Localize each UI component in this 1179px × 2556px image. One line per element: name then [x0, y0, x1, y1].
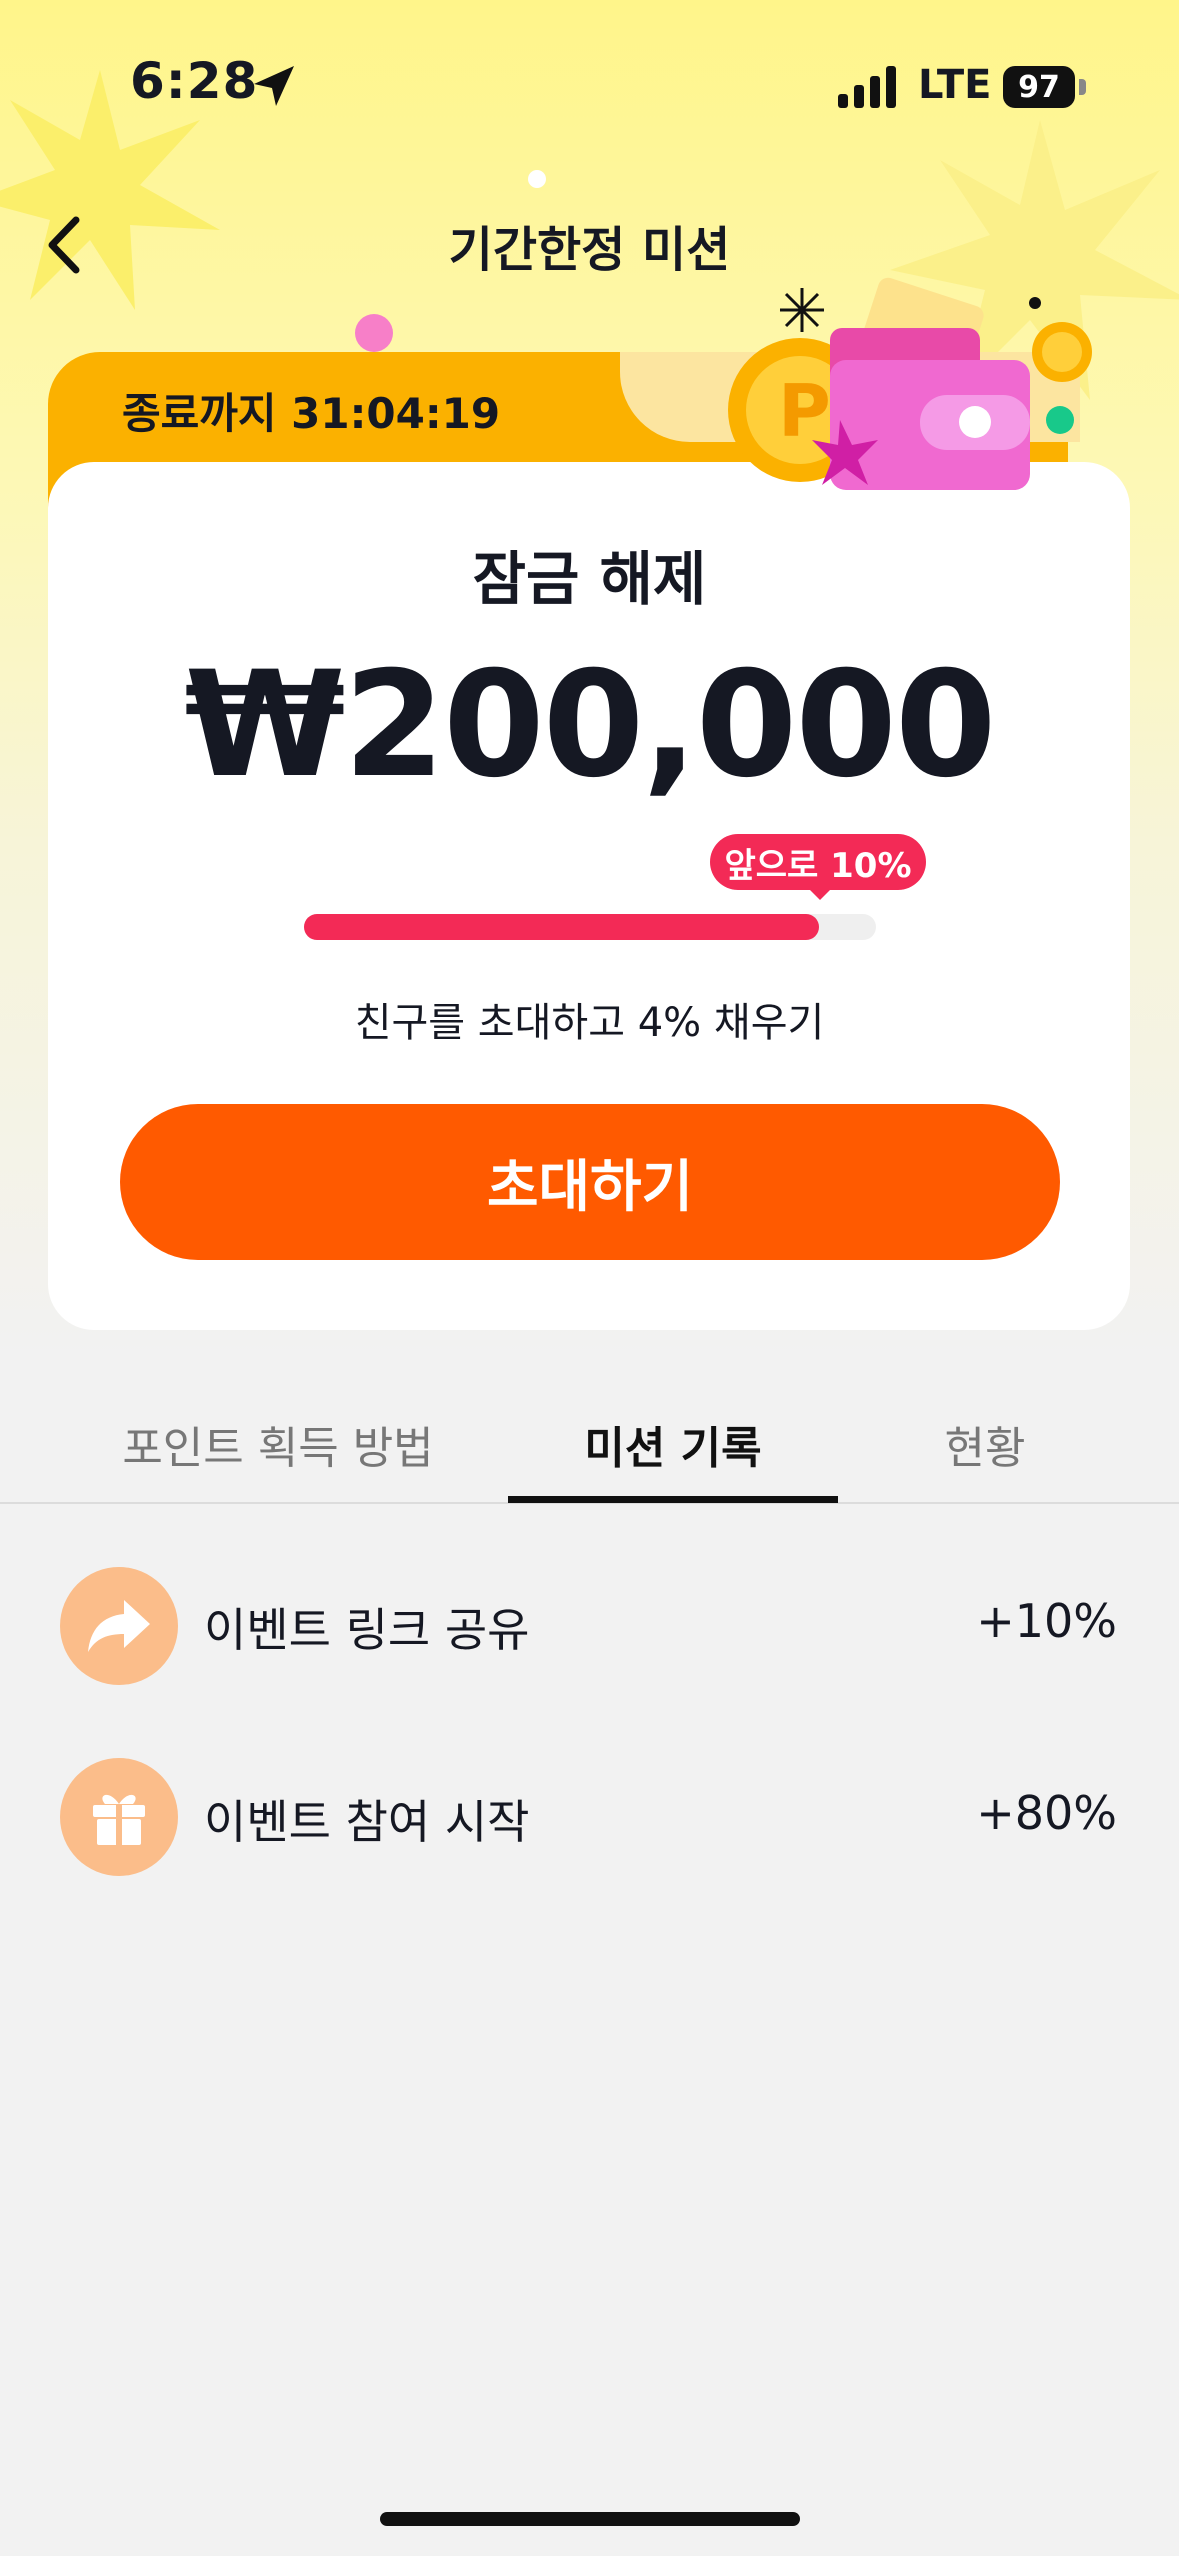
invite-hint: 친구를 초대하고 4% 채우기	[354, 1000, 825, 1046]
battery-level: 97	[1018, 69, 1060, 105]
reward-amount: ₩200,000	[184, 640, 996, 810]
history-item-value: +80%	[976, 1786, 1117, 1840]
wallet-coins-illustration-icon: P	[728, 277, 1092, 490]
battery-cap	[1079, 79, 1086, 95]
progress-fill	[304, 914, 819, 940]
cellular-signal-icon	[838, 66, 896, 108]
home-indicator[interactable]	[380, 2512, 800, 2526]
sparkle-dot	[528, 170, 546, 188]
tab-status[interactable]: 현황	[900, 1412, 1070, 1476]
unlock-label: 잠금 해제	[472, 545, 707, 613]
network-type: LTE	[918, 62, 992, 108]
location-arrow-icon	[254, 66, 294, 106]
tab-how-to-earn[interactable]: 포인트 획득 방법	[108, 1412, 448, 1476]
gift-icon	[60, 1758, 178, 1876]
pink-dot	[355, 314, 393, 352]
active-tab-indicator	[508, 1496, 838, 1503]
remaining-badge-tail	[806, 886, 834, 900]
tab-mission-history[interactable]: 미션 기록	[508, 1412, 838, 1476]
invite-button[interactable]: 초대하기	[120, 1104, 1060, 1260]
svg-text:P: P	[778, 369, 831, 453]
countdown-timer: 종료까지 31:04:19	[122, 389, 501, 438]
remaining-badge: 앞으로 10%	[710, 834, 926, 890]
status-time: 6:28	[130, 52, 259, 110]
progress-bar	[304, 914, 876, 940]
history-item-value: +10%	[976, 1594, 1117, 1648]
history-item-label: 이벤트 링크 공유	[204, 1603, 530, 1657]
share-arrow-icon	[60, 1567, 178, 1685]
history-item-label: 이벤트 참여 시작	[204, 1795, 530, 1849]
battery-icon: 97	[1003, 66, 1075, 108]
